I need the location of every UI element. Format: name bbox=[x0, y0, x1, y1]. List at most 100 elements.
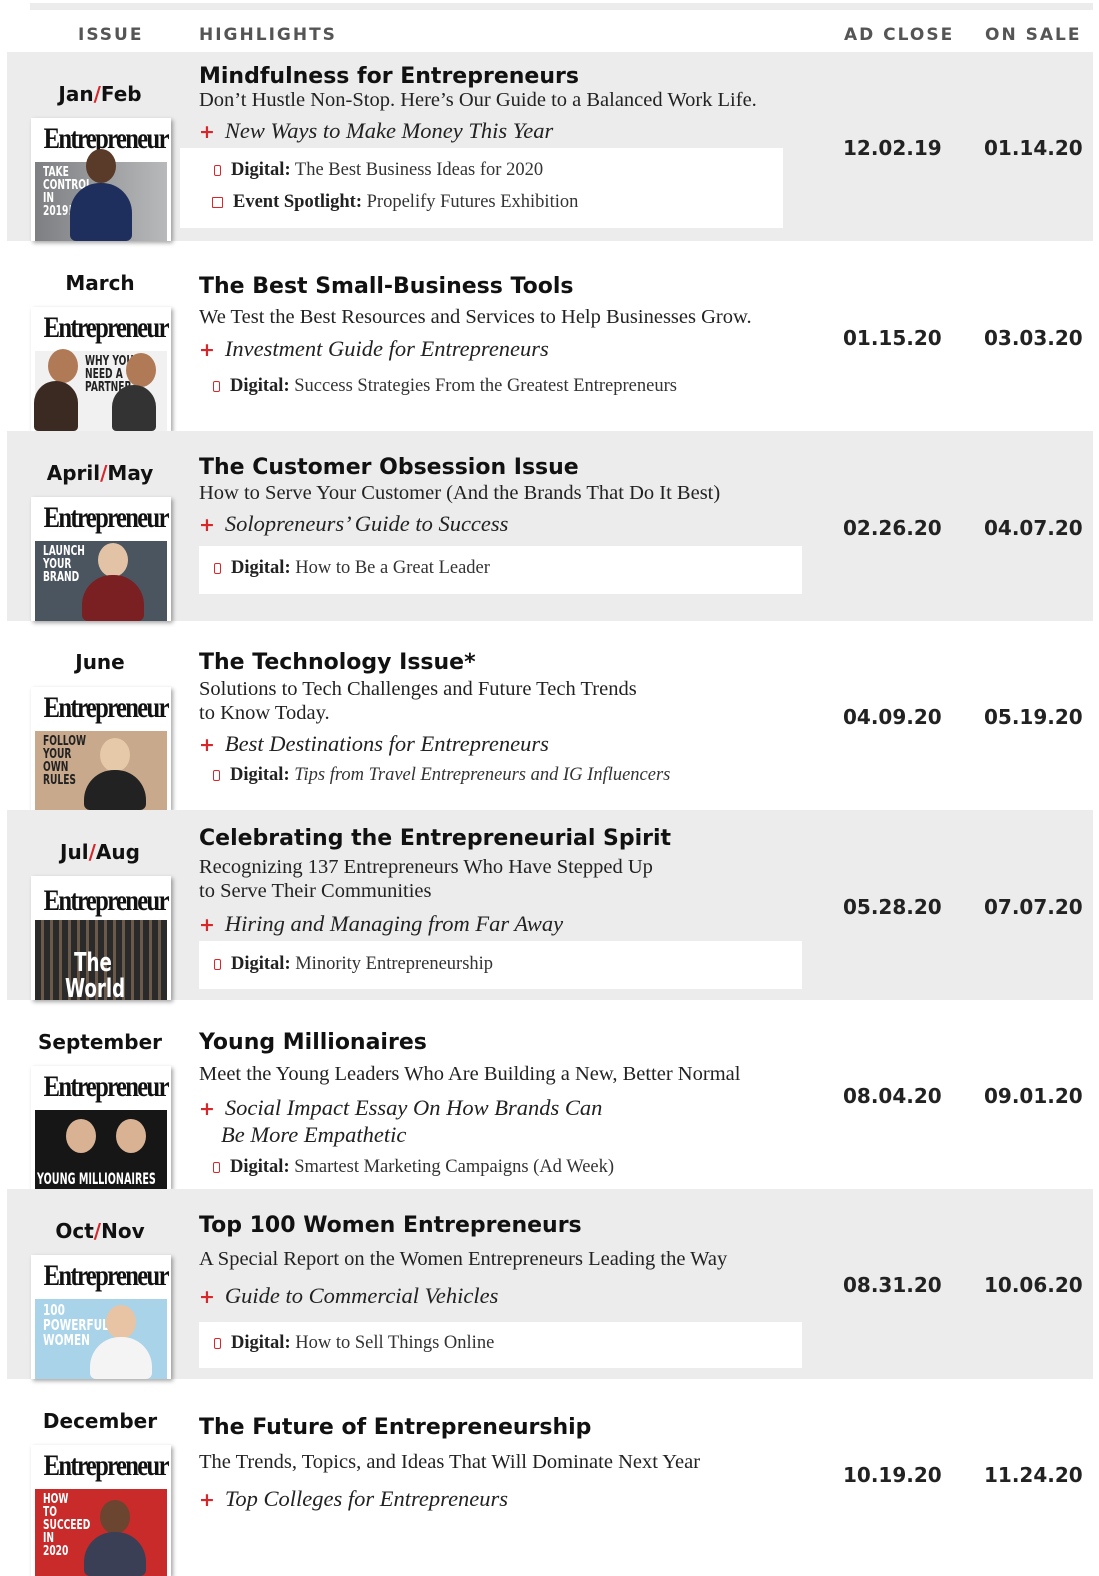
ad-close-date: 12.02.19 bbox=[843, 136, 942, 160]
issue-subtitle: Don’t Hustle Non-Stop. Here’s Our Guide … bbox=[199, 89, 757, 111]
digital-box: Digital: How to Be a Great Leader bbox=[199, 546, 802, 594]
issue-row-april-may: April/May Entrepreneur LAUNCH YOUR BRAND… bbox=[7, 431, 1093, 621]
cover-masthead: Entrepreneur bbox=[43, 311, 170, 344]
magazine-cover: Entrepreneur LAUNCH YOUR BRAND bbox=[31, 497, 171, 621]
magazine-cover: Entrepreneur YOUNG MILLIONAIRES bbox=[31, 1066, 171, 1189]
cover-masthead: Entrepreneur bbox=[43, 691, 170, 724]
digital-item: Digital: How to Be a Great Leader bbox=[214, 558, 490, 579]
cover-figure-head bbox=[100, 738, 130, 772]
issue-plus-feature: + Solopreneurs’ Guide to Success bbox=[199, 511, 509, 536]
header-highlights: HIGHLIGHTS bbox=[199, 25, 337, 45]
mobile-icon bbox=[214, 959, 221, 970]
issue-title: Top 100 Women Entrepreneurs bbox=[199, 1213, 582, 1238]
issue-row-june: June Entrepreneur FOLLOW YOUR OWN RULES … bbox=[7, 621, 1093, 810]
ad-close-date: 05.28.20 bbox=[843, 895, 942, 919]
cover-figure-head bbox=[98, 543, 128, 577]
header-on-sale: ON SALE bbox=[985, 25, 1082, 45]
mobile-icon bbox=[214, 563, 221, 574]
on-sale-date: 07.07.20 bbox=[984, 895, 1083, 919]
issue-title: The Best Small-Business Tools bbox=[199, 274, 574, 299]
issue-row-september: September Entrepreneur YOUNG MILLIONAIRE… bbox=[7, 1000, 1093, 1189]
magazine-cover: Entrepreneur 100 POWERFUL WOMEN bbox=[31, 1255, 171, 1379]
cover-figure-head bbox=[100, 1500, 130, 1534]
plus-icon: + bbox=[199, 1098, 215, 1120]
digital-box: Digital: How to Sell Things Online bbox=[199, 1322, 802, 1368]
on-sale-date: 03.03.20 bbox=[984, 326, 1083, 350]
top-rule bbox=[30, 3, 1093, 10]
cover-masthead: Entrepreneur bbox=[43, 1449, 170, 1482]
issue-month: Jan/Feb bbox=[58, 82, 142, 106]
issue-subtitle: We Test the Best Resources and Services … bbox=[199, 306, 752, 328]
issue-plus-feature: + Best Destinations for Entrepreneurs bbox=[199, 731, 549, 756]
issue-month: April/May bbox=[46, 461, 154, 485]
cover-photo: 100 POWERFUL WOMEN bbox=[35, 1299, 167, 1379]
cover-photo: WHY YOU NEED A PARTNER bbox=[34, 349, 167, 431]
issue-plus-feature: + Top Colleges for Entrepreneurs bbox=[199, 1486, 509, 1511]
header-ad-close: AD CLOSE bbox=[844, 25, 955, 45]
issue-subtitle: How to Serve Your Customer (And the Bran… bbox=[199, 482, 721, 504]
digital-item: Digital: The Best Business Ideas for 202… bbox=[214, 160, 543, 181]
issue-plus-feature: + Hiring and Managing from Far Away bbox=[199, 911, 564, 936]
cover-photo: YOUNG MILLIONAIRES bbox=[35, 1110, 167, 1189]
issue-subtitle: Solutions to Tech Challenges and Future … bbox=[199, 677, 819, 725]
mobile-icon bbox=[214, 1338, 221, 1349]
issue-month: Oct/Nov bbox=[55, 1219, 145, 1243]
issue-plus-feature: + Investment Guide for Entrepreneurs bbox=[199, 336, 549, 361]
issue-row-jul-aug: Jul/Aug Entrepreneur The World Needs You… bbox=[7, 810, 1093, 1000]
cover-photo: The World Needs You! bbox=[35, 920, 167, 1000]
magazine-cover: Entrepreneur TAKE CONTROL IN 2019! bbox=[31, 118, 171, 241]
issue-title: The Technology Issue* bbox=[199, 650, 476, 675]
issue-subtitle-line: Recognizing 137 Entrepreneurs Who Have S… bbox=[199, 856, 653, 878]
on-sale-date: 01.14.20 bbox=[984, 136, 1083, 160]
mobile-icon bbox=[213, 770, 220, 781]
issue-title: Young Millionaires bbox=[199, 1030, 427, 1055]
cover-figure-body bbox=[82, 575, 144, 621]
digital-item: Digital: Minority Entrepreneurship bbox=[214, 954, 493, 975]
cover-masthead: Entrepreneur bbox=[43, 501, 170, 534]
cover-figure-body bbox=[84, 770, 146, 810]
plus-icon: + bbox=[199, 1489, 215, 1511]
cover-figure-head bbox=[126, 353, 156, 387]
plus-icon: + bbox=[199, 339, 215, 361]
cover-photo: TAKE CONTROL IN 2019! bbox=[35, 149, 167, 241]
issue-plus-feature: + Guide to Commercial Vehicles bbox=[199, 1283, 499, 1308]
cover-figure-body bbox=[70, 183, 132, 241]
issue-month: September bbox=[38, 1030, 162, 1054]
cover-figure-head bbox=[116, 1119, 146, 1153]
magazine-cover: Entrepreneur The World Needs You! bbox=[31, 876, 171, 1000]
issue-subtitle: Meet the Young Leaders Who Are Building … bbox=[199, 1063, 741, 1085]
issue-month: Jul/Aug bbox=[60, 840, 140, 864]
issue-subtitle-line: to Know Today. bbox=[199, 702, 330, 724]
event-item: Event Spotlight: Propelify Futures Exhib… bbox=[212, 192, 578, 213]
plus-icon: + bbox=[199, 914, 215, 936]
cover-photo: HOW TO SUCCEED IN 2020 bbox=[35, 1489, 167, 1576]
plus-icon: + bbox=[199, 1286, 215, 1308]
on-sale-date: 11.24.20 bbox=[984, 1463, 1083, 1487]
digital-item: Digital: How to Sell Things Online bbox=[214, 1333, 494, 1354]
digital-item: Digital: Success Strategies From the Gre… bbox=[213, 376, 677, 397]
issue-month: March bbox=[65, 271, 135, 295]
cover-masthead: Entrepreneur bbox=[43, 1259, 170, 1292]
on-sale-date: 04.07.20 bbox=[984, 516, 1083, 540]
issue-title: Celebrating the Entrepreneurial Spirit bbox=[199, 826, 672, 851]
digital-box: Digital: Minority Entrepreneurship bbox=[199, 941, 802, 989]
mobile-icon bbox=[213, 381, 220, 392]
issue-plus-feature: + New Ways to Make Money This Year bbox=[199, 118, 554, 143]
on-sale-date: 10.06.20 bbox=[984, 1273, 1083, 1297]
issue-title: Mindfulness for Entrepreneurs bbox=[199, 64, 579, 89]
plus-icon: + bbox=[199, 734, 215, 756]
magazine-cover: Entrepreneur WHY YOU NEED A PARTNER bbox=[31, 307, 171, 431]
cover-tag: LAUNCH YOUR BRAND bbox=[43, 544, 85, 585]
cover-photo: LAUNCH YOUR BRAND bbox=[35, 541, 167, 621]
cover-figure-head bbox=[66, 1119, 96, 1153]
issue-row-december: December Entrepreneur HOW TO SUCCEED IN … bbox=[7, 1379, 1093, 1576]
on-sale-date: 05.19.20 bbox=[984, 705, 1083, 729]
cover-photo: FOLLOW YOUR OWN RULES bbox=[35, 731, 167, 810]
calendar-icon bbox=[212, 197, 223, 208]
ad-close-date: 01.15.20 bbox=[843, 326, 942, 350]
issue-subtitle: The Trends, Topics, and Ideas That Will … bbox=[199, 1451, 701, 1473]
ad-close-date: 08.31.20 bbox=[843, 1273, 942, 1297]
issue-month: June bbox=[75, 650, 125, 674]
cover-figure-head bbox=[86, 149, 116, 183]
ad-close-date: 08.04.20 bbox=[843, 1084, 942, 1108]
